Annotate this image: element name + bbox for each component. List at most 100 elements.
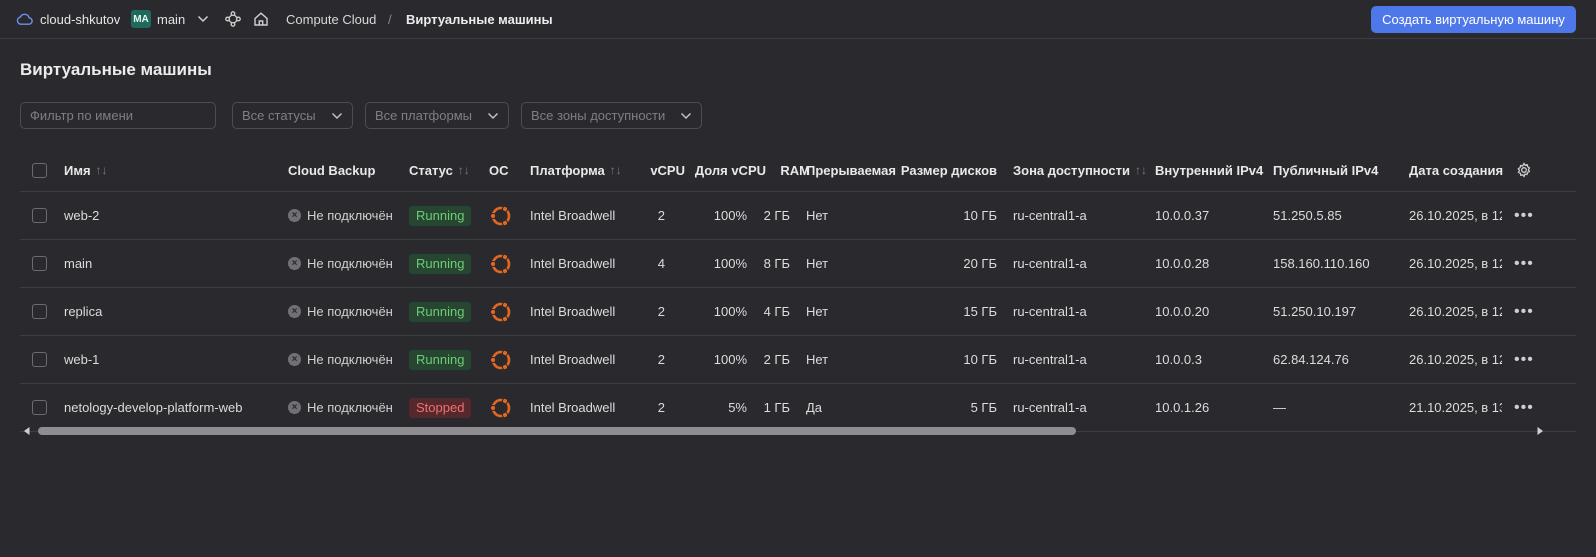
create-vm-button[interactable]: Создать виртуальную машину — [1371, 6, 1576, 33]
vcpu-cell: 2 — [657, 304, 665, 319]
created-cell: 26.10.2025, в 12 — [1409, 240, 1502, 287]
row-select-cell — [32, 192, 47, 239]
row-actions-more-icon[interactable]: ••• — [1514, 240, 1534, 287]
status-cell: Running — [409, 192, 472, 239]
column-header-label: Статус — [409, 162, 453, 178]
table-header-row: Имя ↑↓ Cloud Backup Статус ↑↓ ОС Платфор… — [20, 149, 1576, 192]
chevron-down-icon — [197, 15, 209, 23]
column-header-internal-ip: Внутренний IPv4 — [1155, 162, 1264, 178]
column-header-zone[interactable]: Зона доступности ↑↓ — [1013, 149, 1147, 191]
folder-name: main — [157, 11, 186, 27]
backup-status-label: Не подключён — [307, 400, 393, 415]
page-title: Виртуальные машины — [20, 60, 212, 79]
preemptible-cell: Нет — [806, 208, 829, 223]
status-cell: Running — [409, 240, 472, 287]
backup-status: × Не подключён — [288, 336, 393, 383]
row-checkbox[interactable] — [32, 256, 47, 271]
backup-status-label: Не подключён — [307, 304, 393, 319]
horizontal-scrollbar[interactable] — [22, 424, 1578, 438]
status-cell: Running — [409, 336, 472, 383]
vm-name-link[interactable]: replica — [64, 288, 102, 335]
vm-name-link[interactable]: web-2 — [64, 192, 99, 239]
cloud-selector[interactable]: cloud-shkutov — [16, 0, 120, 38]
disk-size-cell: 10 ГБ — [963, 352, 997, 367]
zone-filter-value: Все зоны доступности — [531, 108, 666, 123]
row-checkbox[interactable] — [32, 208, 47, 223]
vm-table: Имя ↑↓ Cloud Backup Статус ↑↓ ОС Платфор… — [20, 149, 1576, 432]
vcpu-share-cell: 100% — [713, 352, 747, 367]
breadcrumb-service[interactable]: Compute Cloud — [286, 0, 376, 38]
ram-cell: 8 ГБ — [763, 256, 790, 271]
preemptible-cell: Нет — [806, 352, 829, 367]
select-all-checkbox[interactable] — [32, 162, 47, 178]
zone-filter-select[interactable]: Все зоны доступности — [521, 102, 702, 129]
table-row[interactable]: replica × Не подключён Running Intel Broadwe… — [20, 288, 1576, 336]
platform-filter-select[interactable]: Все платформы — [365, 102, 509, 129]
scroll-right-arrow-icon[interactable] — [1535, 426, 1545, 436]
vcpu-share-cell: 100% — [713, 208, 747, 223]
status-cell: Running — [409, 288, 472, 335]
vcpu-cell: 2 — [657, 208, 665, 223]
column-header-preemptible: Прерываемая — [806, 162, 896, 178]
column-header-platform[interactable]: Платформа ↑↓ — [530, 149, 622, 191]
table-row[interactable]: main × Не подключён Running Intel Broadwell 4… — [20, 240, 1576, 288]
scroll-left-arrow-icon[interactable] — [22, 426, 32, 436]
platform-cell: Intel Broadwell — [530, 352, 616, 367]
row-actions-more-icon[interactable]: ••• — [1514, 288, 1534, 335]
status-filter-select[interactable]: Все статусы — [232, 102, 353, 129]
internal-ip-cell: 10.0.0.20 — [1155, 304, 1210, 319]
row-checkbox[interactable] — [32, 304, 47, 319]
breadcrumb-current: Виртуальные машины — [406, 11, 553, 27]
public-ip-cell: 51.250.5.85 — [1273, 208, 1342, 223]
folder-selector[interactable]: MA main — [131, 0, 209, 38]
status-badge: Running — [409, 205, 472, 226]
ubuntu-icon — [488, 240, 514, 287]
zone-cell: ru-central1-a — [1013, 256, 1087, 271]
chevron-down-icon — [680, 112, 692, 120]
status-badge: Running — [409, 253, 472, 274]
disk-size-cell: 20 ГБ — [963, 256, 997, 271]
folder-avatar: MA — [131, 10, 151, 28]
cloud-icon — [16, 13, 33, 25]
created-date: 26.10.2025, в 12 — [1409, 256, 1502, 271]
ubuntu-icon — [488, 288, 514, 335]
table-settings-gear-icon[interactable] — [1516, 149, 1532, 191]
home-icon[interactable] — [252, 10, 270, 28]
vm-name-link[interactable]: web-1 — [64, 336, 99, 383]
backup-status-label: Не подключён — [307, 256, 393, 271]
scrollbar-thumb[interactable] — [38, 427, 1076, 435]
row-select-cell — [32, 336, 47, 383]
table-row[interactable]: web-2 × Не подключён Running Intel Broadwell… — [20, 192, 1576, 240]
name-filter-placeholder: Фильтр по имени — [30, 108, 134, 123]
vcpu-cell: 2 — [657, 352, 665, 367]
name-filter-input[interactable]: Фильтр по имени — [20, 102, 216, 129]
vm-name-link[interactable]: main — [64, 240, 92, 287]
public-ip-cell: 62.84.124.76 — [1273, 352, 1349, 367]
breadcrumb-separator: / — [388, 11, 392, 27]
created-date: 21.10.2025, в 13 — [1409, 400, 1502, 415]
platform-cell: Intel Broadwell — [530, 304, 616, 319]
created-cell: 26.10.2025, в 12 — [1409, 336, 1502, 383]
row-actions-more-icon[interactable]: ••• — [1514, 192, 1534, 239]
backup-status: × Не подключён — [288, 240, 393, 287]
created-date: 26.10.2025, в 12 — [1409, 352, 1502, 367]
internal-ip-cell: 10.0.0.37 — [1155, 208, 1210, 223]
column-header-backup: Cloud Backup — [288, 162, 376, 178]
row-checkbox[interactable] — [32, 352, 47, 367]
status-filter-value: Все статусы — [242, 108, 316, 123]
row-actions-more-icon[interactable]: ••• — [1514, 336, 1534, 383]
column-header-vcpu-share: Доля vCPU — [694, 162, 766, 178]
services-graph-icon[interactable] — [224, 10, 242, 28]
platform-cell: Intel Broadwell — [530, 256, 616, 271]
zone-cell: ru-central1-a — [1013, 352, 1087, 367]
disk-size-cell: 10 ГБ — [963, 208, 997, 223]
column-header-name[interactable]: Имя ↑↓ — [64, 149, 108, 191]
row-checkbox[interactable] — [32, 400, 47, 415]
column-header-status[interactable]: Статус ↑↓ — [409, 149, 470, 191]
status-badge: Running — [409, 301, 472, 322]
chevron-down-icon — [487, 112, 499, 120]
table-row[interactable]: web-1 × Не подключён Running Intel Broadwell… — [20, 336, 1576, 384]
sort-icon: ↑↓ — [95, 163, 108, 177]
not-connected-icon: × — [288, 353, 301, 366]
ubuntu-icon — [488, 336, 514, 383]
